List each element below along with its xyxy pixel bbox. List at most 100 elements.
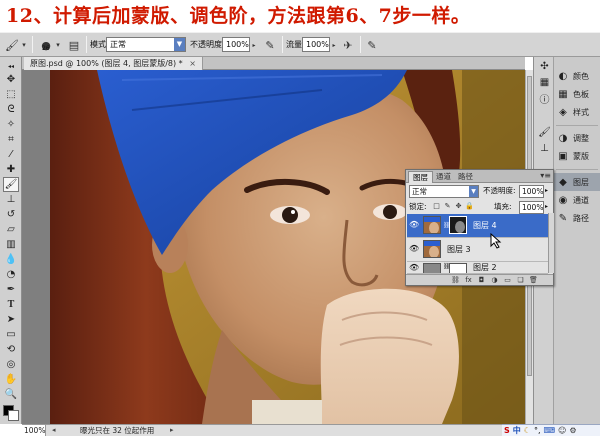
input-method-icon[interactable]: S bbox=[504, 426, 510, 436]
hand-tool-icon[interactable]: ✋ bbox=[3, 372, 19, 387]
tab-paths[interactable]: 路径 bbox=[454, 171, 477, 183]
layer-row-3[interactable]: 👁 图层 3 bbox=[407, 238, 548, 262]
blur-tool-icon[interactable]: 💧 bbox=[3, 252, 19, 267]
zoom-level-input[interactable]: 100% bbox=[22, 425, 46, 436]
layers-scrollbar[interactable] bbox=[548, 213, 554, 273]
add-mask-icon[interactable]: ◘ bbox=[476, 275, 487, 286]
status-bar-menu-arrow-icon[interactable]: ▸ bbox=[170, 425, 174, 436]
chevron-right-icon[interactable]: ▸ bbox=[545, 200, 548, 214]
3d-rotate-tool-icon[interactable]: ⟲ bbox=[3, 342, 19, 357]
brush-tool-icon[interactable]: 🖌 bbox=[3, 177, 19, 192]
layer-opacity-label: 不透明度: bbox=[483, 186, 516, 195]
document-tab[interactable]: 原图.psd @ 100% (图层 4, 图层蒙版/8) * × bbox=[24, 57, 203, 70]
masks-icon: ▣ bbox=[558, 150, 568, 162]
lock-transparency-icon[interactable]: □ bbox=[432, 202, 441, 211]
chevron-right-icon[interactable]: ▸ bbox=[250, 37, 258, 53]
eye-icon[interactable]: 👁 bbox=[409, 220, 419, 230]
shape-tool-icon[interactable]: ▭ bbox=[3, 327, 19, 342]
document-tab-title: 原图.psd @ 100% (图层 4, 图层蒙版/8) * bbox=[30, 59, 183, 68]
input-language-indicator[interactable]: 中 bbox=[513, 426, 521, 436]
crop-tool-icon[interactable]: ⌗ bbox=[3, 132, 19, 147]
new-group-icon[interactable]: ▭ bbox=[502, 275, 513, 286]
dock-item-swatches[interactable]: ▦ 色板 bbox=[554, 85, 600, 103]
dock-item-color[interactable]: ◐ 颜色 bbox=[554, 67, 600, 85]
tool-preset-icon[interactable]: 🖌 bbox=[4, 37, 20, 53]
pressure-opacity-icon[interactable]: ✎ bbox=[262, 37, 278, 53]
type-tool-icon[interactable]: T bbox=[3, 297, 19, 312]
clone-stamp-tool-icon[interactable]: ⊥ bbox=[3, 192, 19, 207]
new-layer-icon[interactable]: ❏ bbox=[515, 275, 526, 286]
airbrush-icon[interactable]: ✈ bbox=[340, 37, 356, 53]
dock-item-layers[interactable]: ◆ 图层 bbox=[554, 173, 600, 191]
dock-item-styles[interactable]: ◈ 样式 bbox=[554, 103, 600, 121]
brushes-icon[interactable]: 🖌 bbox=[537, 125, 552, 139]
layer-row-2[interactable]: 👁 ⛓ 图层 2 bbox=[407, 262, 548, 274]
lock-position-icon[interactable]: ✥ bbox=[454, 202, 463, 211]
panel-menu-icon[interactable]: ▾≡ bbox=[540, 171, 551, 180]
marquee-tool-icon[interactable]: ⬚ bbox=[3, 87, 19, 102]
layer-opacity-input[interactable]: 100% bbox=[519, 185, 544, 198]
adjustment-layer-icon[interactable]: ◑ bbox=[489, 275, 500, 286]
move-tool-icon[interactable]: ✥ bbox=[3, 72, 19, 87]
zoom-tool-icon[interactable]: 🔍 bbox=[3, 387, 19, 402]
layer-thumbnail bbox=[423, 240, 441, 258]
layer-mask-thumbnail[interactable] bbox=[449, 263, 467, 273]
layer-mask-thumbnail[interactable] bbox=[449, 216, 467, 234]
healing-brush-tool-icon[interactable]: ✚ bbox=[3, 162, 19, 177]
chevron-down-icon[interactable]: ▾ bbox=[20, 37, 28, 53]
tab-layers[interactable]: 图层 bbox=[408, 171, 433, 183]
mouse-cursor-icon bbox=[490, 233, 502, 249]
styles-icon: ◈ bbox=[559, 106, 567, 118]
fill-input[interactable]: 100% bbox=[519, 201, 544, 214]
close-icon[interactable]: × bbox=[189, 59, 196, 68]
navigator-icon[interactable]: ✣ bbox=[537, 59, 552, 73]
mode-select[interactable]: 正常 ▼ bbox=[106, 37, 186, 52]
dock-item-paths[interactable]: ✎ 路径 bbox=[554, 209, 600, 227]
brush-panel-icon[interactable]: ▤ bbox=[66, 37, 82, 53]
dock-item-label: 路径 bbox=[573, 213, 589, 223]
info-icon[interactable]: ⓘ bbox=[537, 91, 552, 106]
eye-icon[interactable]: 👁 bbox=[409, 263, 419, 273]
dock-item-label: 图层 bbox=[573, 177, 589, 187]
histogram-icon[interactable]: ▦ bbox=[537, 75, 552, 89]
lock-pixels-icon[interactable]: ✎ bbox=[443, 202, 452, 211]
eye-icon[interactable]: 👁 bbox=[409, 244, 419, 254]
separator bbox=[32, 36, 33, 53]
layer-row-4[interactable]: 👁 ⛓ 图层 4 bbox=[407, 214, 548, 238]
blend-mode-select[interactable]: 正常 ▼ bbox=[409, 185, 479, 198]
clone-source-icon[interactable]: ⊥ bbox=[537, 141, 552, 155]
dodge-tool-icon[interactable]: ◔ bbox=[3, 267, 19, 282]
gradient-tool-icon[interactable]: ▥ bbox=[3, 237, 19, 252]
lasso-tool-icon[interactable]: ᘓ bbox=[3, 102, 19, 117]
flow-input[interactable]: 100% bbox=[302, 37, 330, 52]
pen-tool-icon[interactable]: ✒ bbox=[3, 282, 19, 297]
chevron-right-icon[interactable]: ▸ bbox=[545, 184, 548, 198]
pressure-size-icon[interactable]: ✎ bbox=[364, 37, 380, 53]
dock-item-masks[interactable]: ▣ 蒙版 bbox=[554, 147, 600, 165]
3d-orbit-tool-icon[interactable]: ◎ bbox=[3, 357, 19, 372]
chevron-down-icon[interactable]: ▾ bbox=[54, 37, 62, 53]
status-bar-back-arrow-icon[interactable]: ◂ bbox=[52, 425, 56, 436]
keyboard-icon[interactable]: ⌨ bbox=[543, 426, 555, 436]
layer-style-icon[interactable]: fx bbox=[463, 275, 474, 286]
history-brush-tool-icon[interactable]: ↺ bbox=[3, 207, 19, 222]
eraser-tool-icon[interactable]: ▱ bbox=[3, 222, 19, 237]
background-color-swatch[interactable] bbox=[8, 410, 19, 421]
lock-all-icon[interactable]: 🔒 bbox=[465, 202, 474, 211]
dock-item-channels[interactable]: ◉ 通道 bbox=[554, 191, 600, 209]
path-select-tool-icon[interactable]: ➤ bbox=[3, 312, 19, 327]
trash-icon[interactable]: 🗑 bbox=[528, 275, 539, 286]
tab-channels[interactable]: 通道 bbox=[432, 171, 455, 183]
opacity-label: 不透明度: bbox=[190, 40, 225, 49]
link-layers-icon[interactable]: ⛓ bbox=[450, 275, 461, 286]
user-icon[interactable]: ☺ bbox=[558, 426, 566, 436]
eyedropper-tool-icon[interactable]: ⁄ bbox=[3, 147, 19, 162]
chevron-right-icon[interactable]: ▸ bbox=[330, 37, 338, 53]
brush-size-label: 26 bbox=[42, 45, 50, 52]
punctuation-icon[interactable]: °, bbox=[534, 426, 541, 436]
moon-icon[interactable]: ☾ bbox=[524, 426, 531, 436]
opacity-input[interactable]: 100% bbox=[222, 37, 250, 52]
quick-select-tool-icon[interactable]: ✧ bbox=[3, 117, 19, 132]
dock-item-adjustments[interactable]: ◑ 调整 bbox=[554, 129, 600, 147]
settings-icon[interactable]: ⚙ bbox=[569, 426, 576, 436]
